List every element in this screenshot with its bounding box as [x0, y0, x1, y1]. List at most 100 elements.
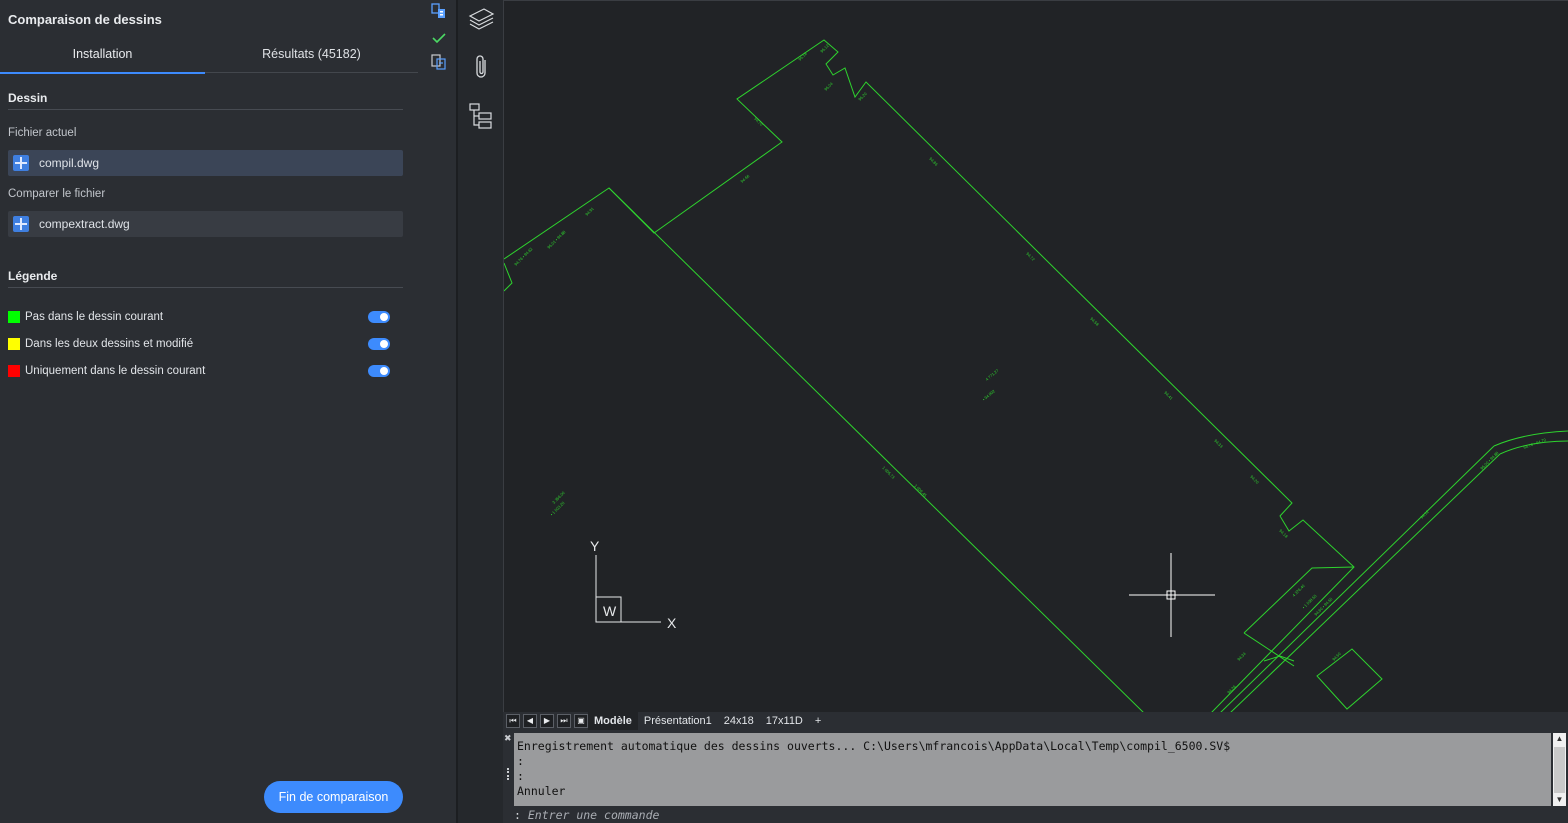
parcel-boundary: [504, 262, 513, 292]
compare-icon-strip: [420, 0, 456, 823]
layout-menu-button[interactable]: ▣: [574, 714, 588, 728]
svg-text:95.04: 95.04: [823, 81, 834, 92]
tool-palette: [458, 0, 503, 823]
svg-text:94.76 • 94.70: 94.76 • 94.70: [1523, 437, 1548, 450]
layout-tab-model[interactable]: Modèle: [588, 712, 638, 730]
svg-text:94.76 • 94.62: 94.76 • 94.62: [513, 246, 534, 267]
ucs-x-label: X: [667, 615, 677, 631]
legend-swatch-yellow: [8, 338, 20, 350]
current-file-name: compil.dwg: [39, 156, 100, 170]
svg-text:4 771.27: 4 771.27: [984, 367, 1000, 381]
tab-installation[interactable]: Installation: [0, 38, 205, 74]
command-placeholder: Entrer une commande: [527, 808, 660, 822]
parcel-boundary: [504, 39, 1355, 712]
svg-text:94.50: 94.50: [1331, 651, 1342, 662]
compare-file-name: compextract.dwg: [39, 217, 130, 231]
panel-title: Comparaison de dessins: [8, 12, 162, 27]
road-line: [1230, 453, 1501, 712]
layout-tab-bar: ⏮ ◀ ▶ ⏭ ▣ Modèle Présentation1 24x18 17x…: [503, 712, 1568, 730]
road-line: [1243, 632, 1295, 667]
attach-icon[interactable]: [466, 52, 496, 82]
panel-tabs: Installation Résultats (45182): [0, 38, 418, 74]
building-outline: [1316, 648, 1383, 710]
legend-swatch-red: [8, 365, 20, 377]
ucs-y-label: Y: [590, 538, 600, 554]
compare-file-label: Comparer le fichier: [8, 188, 106, 200]
legend-item: Uniquement dans le dessin courant: [8, 363, 398, 379]
add-layout-button[interactable]: +: [809, 715, 827, 727]
parcel-boundary: [608, 187, 1144, 712]
svg-text:94.41: 94.41: [1163, 390, 1174, 401]
legend-label: Uniquement dans le dessin courant: [25, 365, 206, 377]
road-line: [1263, 655, 1295, 662]
dwg-file-icon: [13, 216, 29, 232]
legend-item: Dans les deux dessins et modifié: [8, 336, 398, 352]
compare-file-field[interactable]: compextract.dwg: [8, 211, 403, 237]
scroll-up-icon[interactable]: ▲: [1553, 733, 1566, 745]
command-history: Enregistrement automatique des dessins o…: [514, 733, 1551, 806]
svg-text:94.26: 94.26: [1226, 684, 1237, 695]
layers-icon[interactable]: [466, 4, 496, 34]
drawing-compare-panel: Comparaison de dessins Installation Résu…: [0, 0, 420, 823]
svg-text:1 009.45: 1 009.45: [913, 483, 928, 498]
last-layout-button[interactable]: ⏭: [557, 714, 571, 728]
next-layout-button[interactable]: ▶: [540, 714, 554, 728]
svg-text:95.00 • 94.88: 95.00 • 94.88: [1479, 450, 1500, 471]
close-icon[interactable]: ✖: [504, 733, 512, 744]
svg-text:95.01 • 94.88: 95.01 • 94.88: [546, 229, 567, 250]
current-file-label: Fichier actuel: [8, 127, 77, 139]
svg-text:• 94.902: • 94.902: [981, 388, 996, 402]
section-divider: [8, 287, 403, 288]
section-divider: [8, 109, 403, 110]
crosshair-cursor: [1129, 553, 1215, 637]
history-line: :: [517, 754, 524, 768]
drawing-geometry: 95.12 95.18 95.04 95.20 94.70 94.66 94.9…: [504, 39, 1568, 712]
history-line: Enregistrement automatique des dessins o…: [517, 739, 1231, 753]
dwg-file-icon: [13, 155, 29, 171]
legend-item: Pas dans le dessin courant: [8, 309, 398, 325]
svg-text:94.91: 94.91: [584, 206, 595, 217]
layout-tab-17x11d[interactable]: 17x11D: [760, 712, 809, 730]
svg-text:4 376.40: 4 376.40: [1291, 583, 1306, 598]
svg-text:• 1 038.55: • 1 038.55: [1301, 593, 1318, 610]
previous-layout-button[interactable]: ◀: [523, 714, 537, 728]
legend-toggle-only-current[interactable]: [368, 365, 390, 377]
first-layout-button[interactable]: ⏮: [506, 714, 520, 728]
scroll-down-icon[interactable]: ▼: [1553, 794, 1566, 806]
command-history-scrollbar[interactable]: ▲ ▼: [1553, 733, 1566, 806]
legend-label: Dans les deux dessins et modifié: [25, 338, 194, 350]
legend-label: Pas dans le dessin courant: [25, 311, 164, 323]
svg-text:94.60 • 94.55: 94.60 • 94.55: [1313, 596, 1334, 617]
app-window: Comparaison de dessins Installation Résu…: [0, 0, 1568, 823]
checkmark-icon[interactable]: [430, 29, 448, 47]
layout-tab-presentation1[interactable]: Présentation1: [638, 712, 718, 730]
svg-text:94.33: 94.33: [1213, 438, 1224, 449]
current-file-field[interactable]: compil.dwg: [8, 150, 403, 176]
compare-files-icon[interactable]: [430, 2, 448, 20]
legend-swatch-green: [8, 311, 20, 323]
svg-text:94.70: 94.70: [753, 116, 764, 127]
structure-tree-icon[interactable]: [466, 101, 496, 131]
drawing-section-title: Dessin: [8, 91, 48, 105]
road-line: [1220, 445, 1495, 712]
history-line: :: [517, 769, 524, 783]
svg-text:94.86: 94.86: [928, 156, 939, 167]
svg-text:94.34: 94.34: [1236, 651, 1247, 662]
command-input[interactable]: : Entrer une commande: [514, 808, 1564, 822]
svg-text:94.20: 94.20: [1249, 474, 1260, 485]
svg-text:94.58: 94.58: [1089, 316, 1100, 327]
svg-text:94.66: 94.66: [739, 173, 750, 184]
end-comparison-button[interactable]: Fin de comparaison: [264, 781, 403, 813]
history-line: Annuler: [517, 784, 566, 798]
layout-tab-24x18[interactable]: 24x18: [718, 712, 760, 730]
drawing-canvas[interactable]: 95.12 95.18 95.04 95.20 94.70 94.66 94.9…: [503, 0, 1568, 712]
ucs-w-label: W: [603, 603, 617, 619]
drag-handle[interactable]: [507, 768, 509, 780]
compare-list-icon[interactable]: [430, 53, 448, 71]
command-line-panel: ✖ Enregistrement automatique des dessins…: [503, 730, 1568, 823]
legend-toggle-modified[interactable]: [368, 338, 390, 350]
tab-results[interactable]: Résultats (45182): [205, 38, 418, 73]
scroll-thumb[interactable]: [1554, 747, 1565, 793]
command-prompt: :: [514, 808, 521, 822]
legend-toggle-not-in-current[interactable]: [368, 311, 390, 323]
